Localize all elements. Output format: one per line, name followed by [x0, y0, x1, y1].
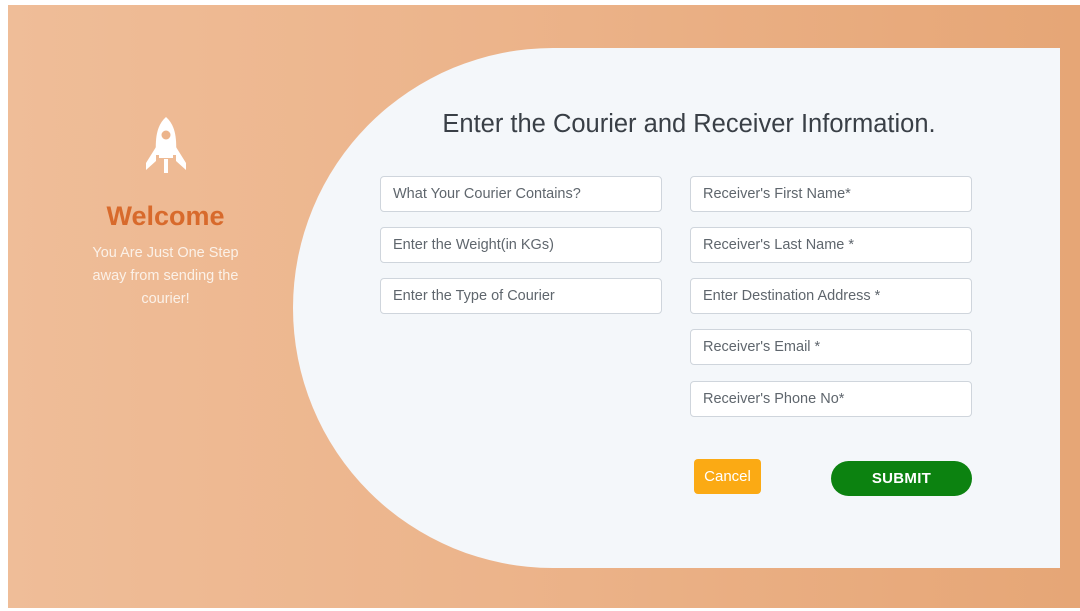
- submit-button[interactable]: SUBMIT: [831, 461, 972, 496]
- receiver-last-name-input[interactable]: [690, 227, 972, 263]
- receiver-email-input[interactable]: [690, 329, 972, 365]
- form-card: Enter the Courier and Receiver Informati…: [293, 48, 1060, 568]
- courier-contents-input[interactable]: [380, 176, 662, 212]
- form-title: Enter the Courier and Receiver Informati…: [442, 110, 936, 138]
- welcome-line: away from sending the: [92, 268, 239, 284]
- welcome-line: You Are Just One Step: [92, 245, 239, 261]
- welcome-panel: Welcome You Are Just One Step away from …: [68, 115, 263, 311]
- courier-type-input[interactable]: [380, 278, 662, 314]
- courier-weight-input[interactable]: [380, 227, 662, 263]
- destination-address-input[interactable]: [690, 278, 972, 314]
- welcome-title: Welcome: [106, 201, 225, 231]
- cancel-button[interactable]: Cancel: [694, 459, 761, 494]
- page-background: Welcome You Are Just One Step away from …: [8, 5, 1080, 608]
- welcome-message: You Are Just One Step away from sending …: [68, 242, 263, 311]
- receiver-first-name-input[interactable]: [690, 176, 972, 212]
- rocket-icon: [145, 117, 186, 173]
- receiver-phone-input[interactable]: [690, 381, 972, 417]
- welcome-line: courier!: [141, 291, 190, 307]
